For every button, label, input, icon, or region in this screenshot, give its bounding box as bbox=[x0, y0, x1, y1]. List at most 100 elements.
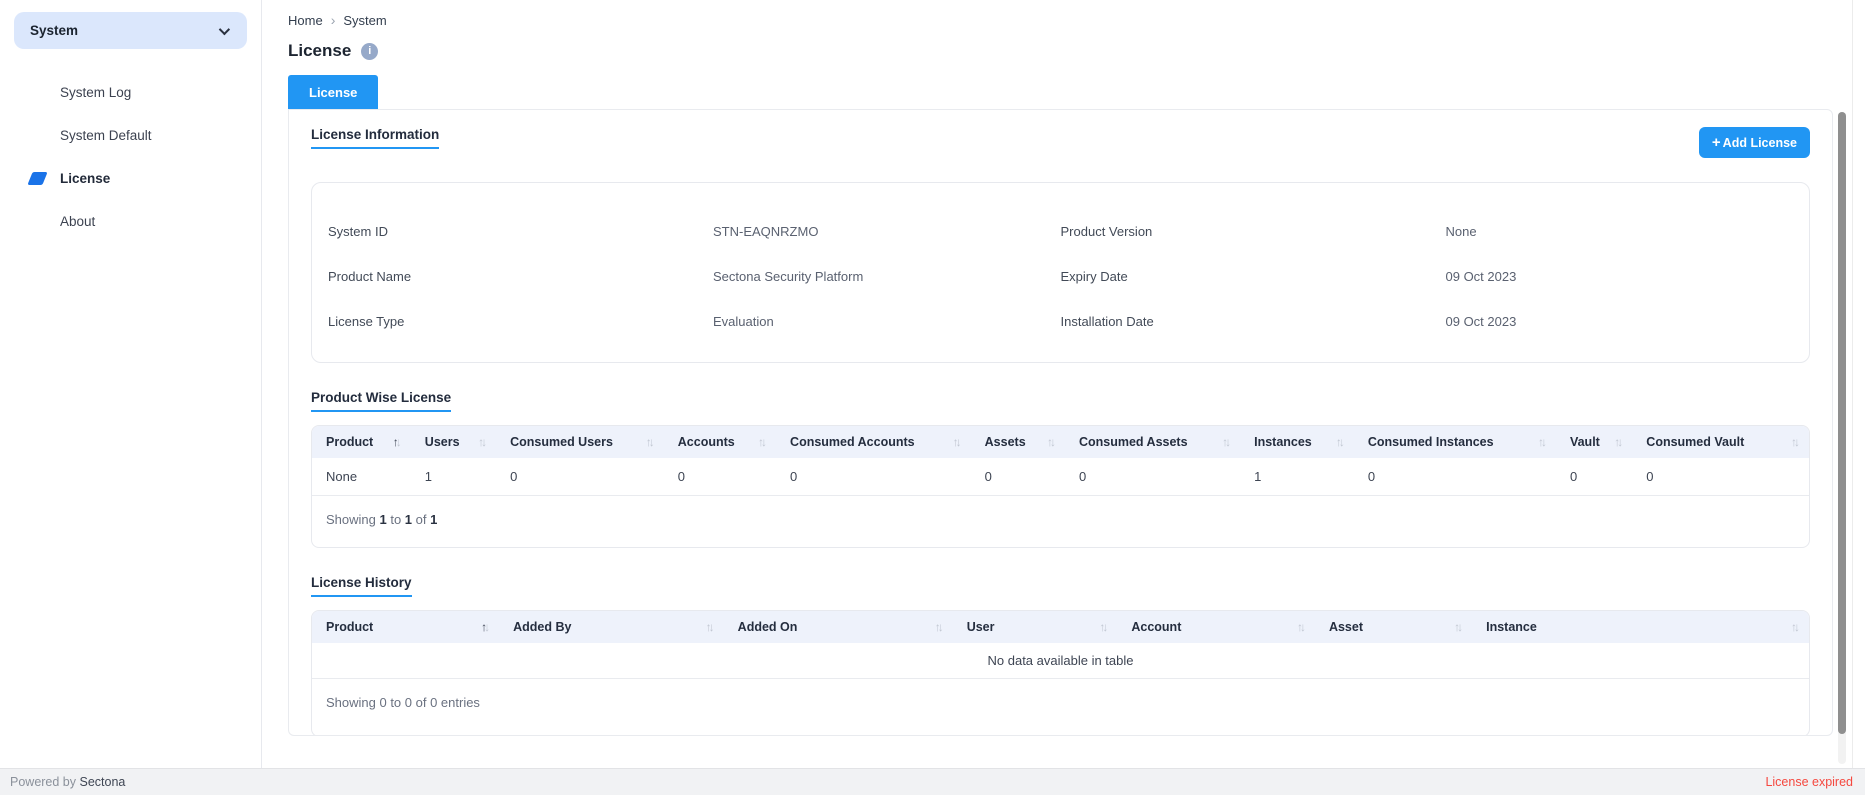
product-wise-license-table: Product Users Consumed Users Accounts Co… bbox=[312, 426, 1809, 496]
column-header-consumed-instances[interactable]: Consumed Instances bbox=[1354, 426, 1556, 458]
column-header-assets[interactable]: Assets bbox=[971, 426, 1065, 458]
footer: Powered by Sectona License expired bbox=[0, 768, 1865, 795]
scrollbar-track[interactable] bbox=[1838, 112, 1846, 764]
sort-icon[interactable] bbox=[1791, 435, 1801, 449]
cell-consumed-assets: 0 bbox=[1065, 458, 1240, 496]
column-header-user[interactable]: User bbox=[953, 611, 1118, 643]
sidebar-group-system[interactable]: System bbox=[14, 12, 247, 49]
license-information-heading: License Information bbox=[311, 127, 439, 149]
sort-icon[interactable] bbox=[1099, 620, 1109, 634]
sidebar: System System Log System Default License… bbox=[0, 0, 262, 768]
field-value: None bbox=[1446, 224, 1794, 239]
sidebar-item-system-default[interactable]: System Default bbox=[14, 118, 247, 153]
sort-icon[interactable] bbox=[1454, 620, 1464, 634]
column-header-consumed-vault[interactable]: Consumed Vault bbox=[1632, 426, 1809, 458]
field-product-version: Product Version None bbox=[1061, 209, 1794, 254]
sidebar-group-label: System bbox=[30, 23, 78, 38]
sort-icon[interactable] bbox=[1791, 620, 1801, 634]
column-header-account[interactable]: Account bbox=[1117, 611, 1315, 643]
sidebar-item-about[interactable]: About bbox=[14, 204, 247, 239]
column-header-asset[interactable]: Asset bbox=[1315, 611, 1472, 643]
cell-consumed-vault: 0 bbox=[1632, 458, 1809, 496]
chevron-down-icon bbox=[219, 23, 230, 34]
license-history-table: Product Added By Added On User Account A… bbox=[312, 611, 1809, 679]
tab-license[interactable]: License bbox=[288, 75, 378, 109]
column-header-added-by[interactable]: Added By bbox=[499, 611, 724, 643]
license-tab-panel: License Information Add License System I… bbox=[288, 109, 1833, 736]
field-label: System ID bbox=[328, 224, 713, 239]
field-license-type: License Type Evaluation bbox=[328, 299, 1061, 344]
product-wise-license-table-panel: Product Users Consumed Users Accounts Co… bbox=[311, 425, 1810, 548]
table-header-row: Product Added By Added On User Account A… bbox=[312, 611, 1809, 643]
add-license-label: Add License bbox=[1723, 136, 1797, 150]
field-label: Expiry Date bbox=[1061, 269, 1446, 284]
window-edge bbox=[1852, 0, 1865, 768]
table-summary: Showing 1 to 1 of 1 bbox=[312, 496, 1809, 547]
field-value: Sectona Security Platform bbox=[713, 269, 1061, 284]
sidebar-item-label: License bbox=[60, 171, 110, 186]
page-title: License bbox=[288, 41, 351, 61]
chevron-right-icon: › bbox=[331, 12, 336, 28]
field-value: STN-EAQNRZMO bbox=[713, 224, 1061, 239]
empty-table-message: No data available in table bbox=[312, 643, 1809, 679]
info-column-right: Product Version None Expiry Date 09 Oct … bbox=[1061, 209, 1794, 344]
sort-icon[interactable] bbox=[953, 435, 963, 449]
tab-bar: License bbox=[288, 75, 1833, 109]
field-label: Product Version bbox=[1061, 224, 1446, 239]
column-header-instance[interactable]: Instance bbox=[1472, 611, 1809, 643]
column-header-consumed-accounts[interactable]: Consumed Accounts bbox=[776, 426, 971, 458]
breadcrumb-system[interactable]: System bbox=[343, 13, 386, 28]
column-header-users[interactable]: Users bbox=[411, 426, 496, 458]
license-information-panel: System ID STN-EAQNRZMO Product Name Sect… bbox=[311, 182, 1810, 363]
field-value: 09 Oct 2023 bbox=[1446, 314, 1794, 329]
field-product-name: Product Name Sectona Security Platform bbox=[328, 254, 1061, 299]
column-header-accounts[interactable]: Accounts bbox=[664, 426, 776, 458]
cell-instances: 1 bbox=[1240, 458, 1354, 496]
powered-by: Powered by Sectona bbox=[10, 775, 125, 789]
add-license-button[interactable]: Add License bbox=[1699, 127, 1810, 158]
sort-icon[interactable] bbox=[1538, 435, 1548, 449]
field-value: Evaluation bbox=[713, 314, 1061, 329]
field-installation-date: Installation Date 09 Oct 2023 bbox=[1061, 299, 1794, 344]
column-header-vault[interactable]: Vault bbox=[1556, 426, 1632, 458]
sort-icon[interactable] bbox=[935, 620, 945, 634]
sort-icon[interactable] bbox=[646, 435, 656, 449]
sort-icon[interactable] bbox=[1614, 435, 1624, 449]
cell-consumed-accounts: 0 bbox=[776, 458, 971, 496]
field-label: License Type bbox=[328, 314, 713, 329]
table-summary: Showing 0 to 0 of 0 entries bbox=[312, 679, 1809, 736]
sort-icon[interactable] bbox=[1336, 435, 1346, 449]
sort-icon[interactable] bbox=[1047, 435, 1057, 449]
sidebar-item-label: About bbox=[60, 214, 95, 229]
sort-icon[interactable] bbox=[758, 435, 768, 449]
cell-consumed-users: 0 bbox=[496, 458, 664, 496]
sort-icon[interactable] bbox=[393, 435, 403, 449]
column-header-product[interactable]: Product bbox=[312, 426, 411, 458]
plus-icon bbox=[1712, 134, 1721, 151]
sort-icon[interactable] bbox=[478, 435, 488, 449]
sort-icon[interactable] bbox=[1297, 620, 1307, 634]
column-header-product[interactable]: Product bbox=[312, 611, 499, 643]
column-header-consumed-users[interactable]: Consumed Users bbox=[496, 426, 664, 458]
sidebar-item-license[interactable]: License bbox=[14, 161, 247, 196]
sidebar-item-label: System Log bbox=[60, 85, 131, 100]
column-header-instances[interactable]: Instances bbox=[1240, 426, 1354, 458]
column-header-added-on[interactable]: Added On bbox=[724, 611, 953, 643]
info-icon[interactable] bbox=[361, 43, 378, 60]
field-value: 09 Oct 2023 bbox=[1446, 269, 1794, 284]
license-history-heading: License History bbox=[311, 575, 412, 597]
sort-icon[interactable] bbox=[481, 620, 491, 634]
app-window: System System Log System Default License… bbox=[0, 0, 1865, 795]
table-row[interactable]: None 1 0 0 0 0 0 1 0 0 0 bbox=[312, 458, 1809, 496]
license-expired-status: License expired bbox=[1765, 775, 1853, 789]
main-content: Home › System License License License In… bbox=[263, 0, 1865, 768]
sort-icon[interactable] bbox=[1222, 435, 1232, 449]
cell-consumed-instances: 0 bbox=[1354, 458, 1556, 496]
license-history-table-panel: Product Added By Added On User Account A… bbox=[311, 610, 1810, 736]
column-header-consumed-assets[interactable]: Consumed Assets bbox=[1065, 426, 1240, 458]
scrollbar-thumb[interactable] bbox=[1838, 112, 1846, 734]
license-information-header: License Information Add License bbox=[311, 127, 1810, 158]
sidebar-item-system-log[interactable]: System Log bbox=[14, 75, 247, 110]
breadcrumb-home[interactable]: Home bbox=[288, 13, 323, 28]
sort-icon[interactable] bbox=[706, 620, 716, 634]
